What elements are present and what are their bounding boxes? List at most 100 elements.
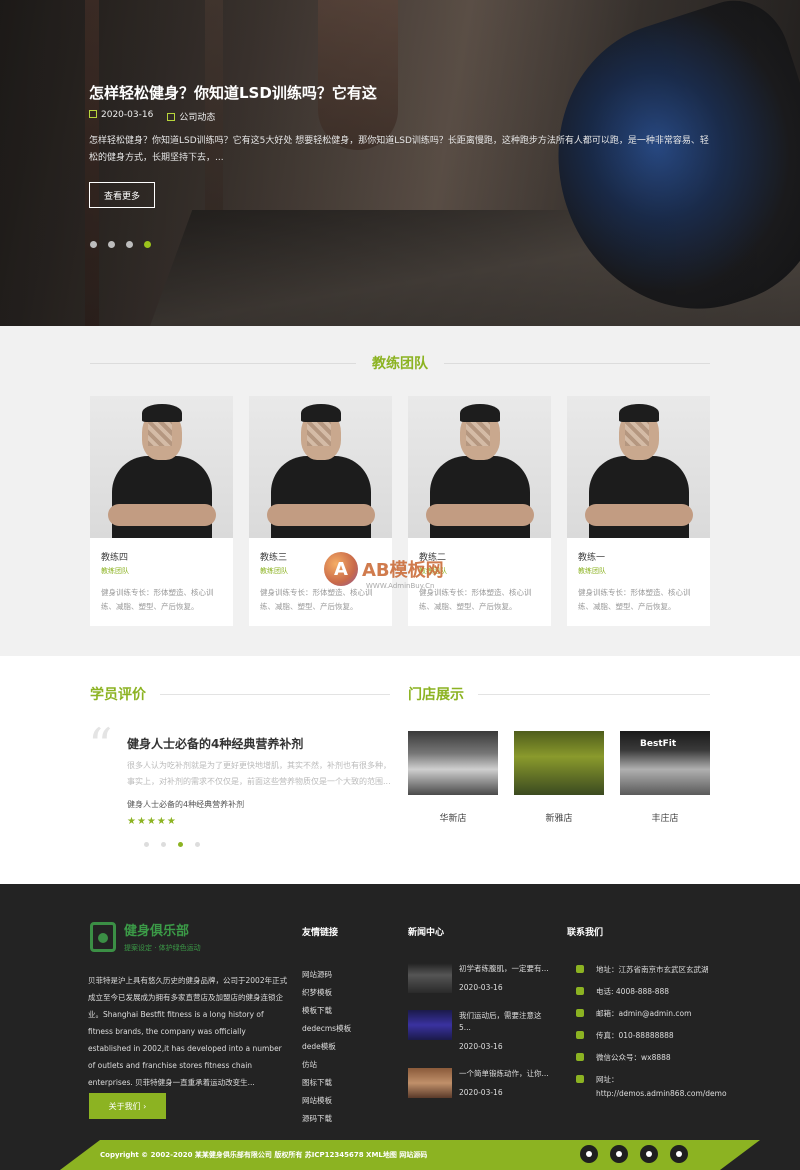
coach-section: 教练团队 教练四 教练团队 健身训练专长：形体塑造、核心训练、减脂、塑型、产后恢… — [0, 326, 800, 656]
news-date: 2020-03-16 — [459, 1088, 503, 1097]
news-title-link[interactable]: 我们运动后，需要注意这5... — [459, 1010, 553, 1034]
folder-icon — [167, 113, 176, 121]
news-thumbnail[interactable] — [408, 1010, 452, 1040]
contact-list: 地址：江苏省南京市玄武区玄武湖 电话: 4008-888-888 邮箱：admi… — [576, 964, 727, 1109]
coach-card[interactable]: 教练三 教练团队 健身训练专长：形体塑造、核心训练、减脂、塑型、产后恢复。 — [249, 396, 392, 626]
store-item[interactable]: 新雅店 — [514, 731, 604, 824]
hero-category[interactable]: 公司动态 — [179, 113, 215, 123]
hero-banner[interactable]: 怎样轻松健身？你知道LSD训练吗？它有这 2020-03-16 公司动态 怎样轻… — [0, 0, 800, 326]
store-photo[interactable] — [514, 731, 604, 795]
friend-link[interactable]: 模板下载 — [302, 1002, 351, 1020]
store-photo[interactable]: BestFit — [620, 731, 710, 795]
friend-links: 网站源码 织梦模板 模板下载 dedecms模板 dede模板 仿站 图标下载 … — [302, 966, 351, 1128]
slider-pagination — [90, 241, 151, 248]
slider-dot[interactable] — [108, 241, 115, 248]
coach-photo[interactable] — [90, 396, 233, 538]
coach-name[interactable]: 教练一 — [578, 550, 710, 563]
news-date: 2020-03-16 — [459, 983, 503, 992]
news-title-link[interactable]: 一个简单锻炼动作，让你... — [459, 1068, 549, 1080]
social-links — [580, 1145, 688, 1163]
store-photo[interactable] — [408, 731, 498, 795]
store-item[interactable]: BestFit 丰庄店 — [620, 731, 710, 824]
brand-title: 健身俱乐部 — [124, 924, 190, 939]
coach-card[interactable]: 教练四 教练团队 健身训练专长：形体塑造、核心训练、减脂、塑型、产后恢复。 — [90, 396, 233, 626]
hero-date: 2020-03-16 — [101, 110, 154, 120]
site-footer: 健身俱乐部 提案设定 · 体护绿色运动 贝菲特是沪上具有悠久历史的健身品牌，公司… — [0, 884, 800, 1170]
rating-stars: ★★★★★ — [127, 816, 177, 827]
review-dot[interactable] — [161, 842, 166, 847]
contact-phone: 电话: 4008-888-888 — [596, 987, 670, 996]
coach-card[interactable]: 教练一 教练团队 健身训练专长：形体塑造、核心训练、减脂、塑型、产后恢复。 — [567, 396, 710, 626]
store-name[interactable]: 新雅店 — [514, 811, 604, 824]
review-title[interactable]: 健身人士必备的4种经典营养补剂 — [127, 735, 303, 752]
news-item[interactable]: 初学者练腹肌，一定要有... 2020-03-16 — [408, 963, 553, 993]
chat-icon[interactable] — [640, 1145, 658, 1163]
contact-website-link[interactable]: http://demos.admin868.com/demo — [596, 1089, 727, 1098]
review-dot-active[interactable] — [178, 842, 183, 847]
coach-card[interactable]: 教练二 教练团队 健身训练专长：形体塑造、核心训练、减脂、塑型、产后恢复。 — [408, 396, 551, 626]
contact-address: 地址：江苏省南京市玄武区玄武湖 — [596, 965, 709, 974]
coach-photo[interactable] — [408, 396, 551, 538]
location-icon — [576, 965, 584, 973]
hero-meta: 2020-03-16 公司动态 — [89, 110, 215, 123]
news-title-link[interactable]: 初学者练腹肌，一定要有... — [459, 963, 549, 975]
contact-fax: 传真：010-88888888 — [596, 1031, 674, 1040]
review-pagination — [144, 842, 200, 847]
friend-link[interactable]: dede模板 — [302, 1038, 351, 1056]
friend-link[interactable]: dedecms模板 — [302, 1020, 351, 1038]
friend-link[interactable]: 织梦模板 — [302, 984, 351, 1002]
links-title: 友情链接 — [302, 928, 339, 938]
news-list: 初学者练腹肌，一定要有... 2020-03-16 我们运动后，需要注意这5...… — [408, 963, 553, 1115]
view-more-button[interactable]: 查看更多 — [89, 182, 155, 208]
pinterest-icon[interactable] — [610, 1145, 628, 1163]
coach-section-header: 教练团队 — [90, 353, 710, 373]
news-item[interactable]: 一个简单锻炼动作，让你... 2020-03-16 — [408, 1068, 553, 1098]
review-section-header: 学员评价 — [90, 684, 390, 704]
wechat-icon — [576, 1053, 584, 1061]
quote-icon: “ — [88, 718, 113, 774]
review-author: 健身人士必备的4种经典营养补剂 — [127, 800, 245, 809]
coach-name[interactable]: 教练四 — [101, 550, 233, 563]
news-title: 新闻中心 — [408, 928, 445, 938]
mail-icon — [576, 1009, 584, 1017]
news-thumbnail[interactable] — [408, 963, 452, 993]
footer-brand[interactable]: 健身俱乐部 提案设定 · 体护绿色运动 — [90, 920, 201, 953]
slider-dot-active[interactable] — [144, 241, 151, 248]
contact-email: 邮箱：admin@admin.com — [596, 1009, 692, 1018]
mobile-icon[interactable] — [670, 1145, 688, 1163]
store-section-header: 门店展示 — [408, 684, 710, 704]
friend-link[interactable]: 源码下载 — [302, 1110, 351, 1128]
friend-link[interactable]: 网站模板 — [302, 1092, 351, 1110]
fax-icon — [576, 1031, 584, 1039]
copyright-text: Copyright © 2002-2020 某某健身俱乐部有限公司 版权所有 苏… — [100, 1151, 428, 1159]
contact-title: 联系我们 — [567, 928, 604, 938]
store-name[interactable]: 丰庄店 — [620, 811, 710, 824]
review-dot[interactable] — [195, 842, 200, 847]
about-text: 贝菲特是沪上具有悠久历史的健身品牌，公司于2002年正式成立至今已发展成为拥有多… — [88, 976, 288, 1087]
friend-link[interactable]: 网站源码 — [302, 966, 351, 984]
store-name[interactable]: 华新店 — [408, 811, 498, 824]
store-item[interactable]: 华新店 — [408, 731, 498, 824]
review-dot[interactable] — [144, 842, 149, 847]
friend-link[interactable]: 图标下载 — [302, 1074, 351, 1092]
news-thumbnail[interactable] — [408, 1068, 452, 1098]
watermark-logo-icon: A — [324, 552, 358, 586]
slider-dot[interactable] — [126, 241, 133, 248]
news-item[interactable]: 我们运动后，需要注意这5... 2020-03-16 — [408, 1010, 553, 1051]
contact-wechat: 微信公众号：wx8888 — [596, 1053, 671, 1062]
slider-dot[interactable] — [90, 241, 97, 248]
about-us-button[interactable]: 关于我们 › — [89, 1093, 166, 1119]
friend-link[interactable]: 仿站 — [302, 1056, 351, 1074]
watermark-url: WWW.AdminBuy.Cn — [366, 582, 435, 590]
coach-role: 教练团队 — [578, 567, 606, 575]
weibo-icon[interactable] — [580, 1145, 598, 1163]
coach-photo[interactable] — [249, 396, 392, 538]
coach-role: 教练团队 — [101, 567, 129, 575]
home-icon — [576, 1075, 584, 1083]
coach-photo[interactable] — [567, 396, 710, 538]
coach-list: 教练四 教练团队 健身训练专长：形体塑造、核心训练、减脂、塑型、产后恢复。 教练… — [90, 396, 710, 626]
coach-desc: 健身训练专长：形体塑造、核心训练、减脂、塑型、产后恢复。 — [578, 588, 691, 611]
section-title: 门店展示 — [408, 687, 464, 703]
hero-title[interactable]: 怎样轻松健身？你知道LSD训练吗？它有这 — [89, 82, 377, 103]
contact-website-label: 网址： — [596, 1075, 619, 1084]
